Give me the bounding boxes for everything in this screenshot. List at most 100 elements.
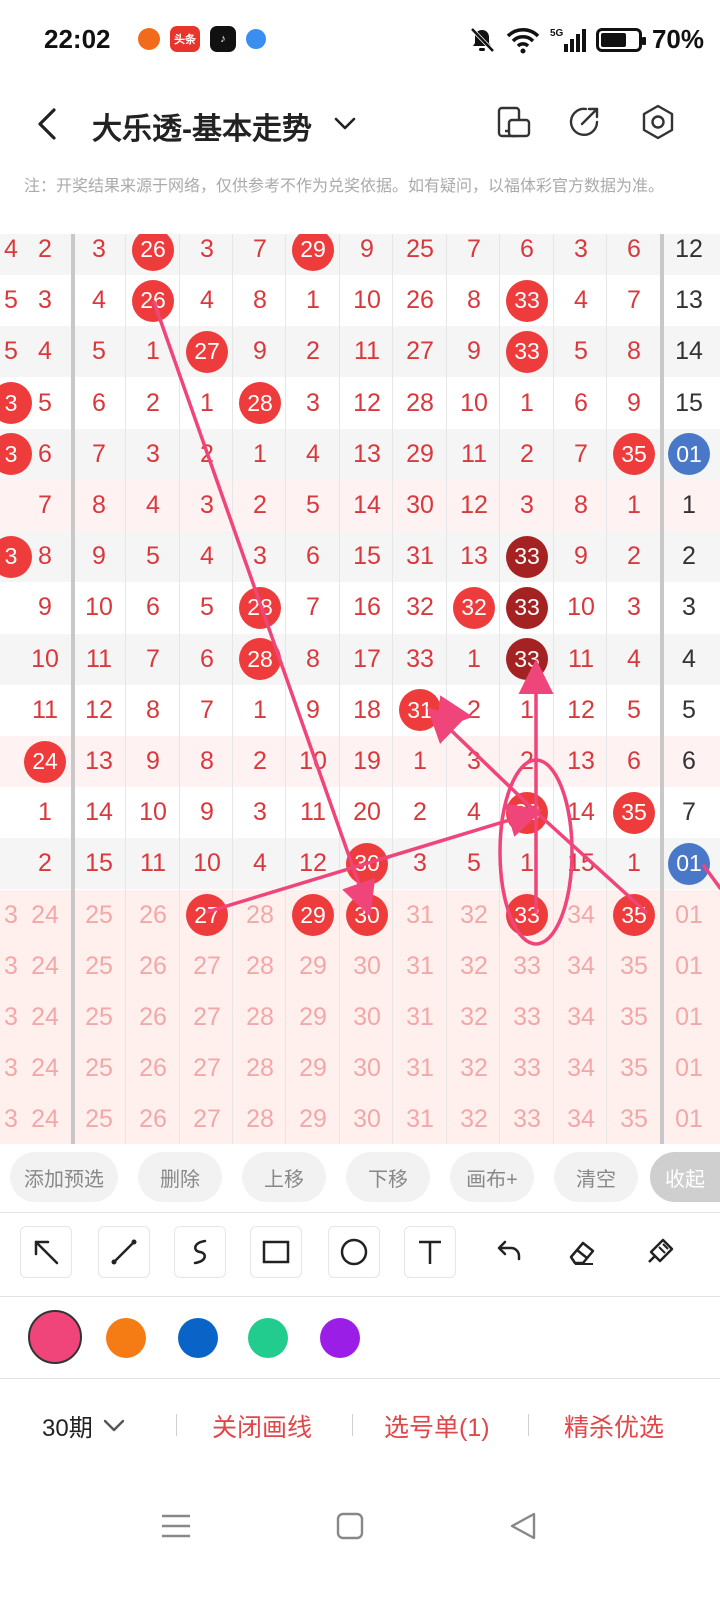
grid-cell[interactable]: 3 (18, 275, 72, 326)
grid-cell[interactable]: 3 (233, 787, 287, 838)
grid-cell[interactable]: 12 (340, 378, 394, 429)
grid-cell[interactable]: 4 (286, 429, 340, 480)
screen-rotate-icon[interactable] (494, 102, 534, 142)
menu-icon[interactable] (156, 1506, 196, 1546)
grid-cell[interactable]: 7 (662, 787, 716, 838)
grid-cell[interactable]: 33 (500, 634, 554, 685)
grid-cell[interactable]: 33 (500, 1043, 554, 1094)
grid-cell[interactable]: 5 (18, 378, 72, 429)
grid-cell[interactable]: 2 (18, 838, 72, 889)
grid-cell[interactable]: 13 (72, 736, 126, 787)
grid-cell[interactable]: 2 (500, 429, 554, 480)
grid-cell[interactable]: 6 (126, 582, 180, 633)
grid-cell[interactable]: 10 (180, 838, 234, 889)
grid-cell[interactable]: 34 (554, 941, 608, 992)
grid-cell[interactable]: 33 (500, 1094, 554, 1144)
grid-cell[interactable]: 24 (18, 941, 72, 992)
grid-cell[interactable]: 2 (18, 234, 72, 275)
grid-cell[interactable]: 28 (233, 941, 287, 992)
grid-cell[interactable]: 4 (554, 275, 608, 326)
grid-cell[interactable]: 31 (393, 685, 447, 736)
grid-cell[interactable]: 1 (607, 480, 661, 531)
grid-cell[interactable]: 26 (126, 992, 180, 1043)
grid-cell[interactable]: 5 (180, 582, 234, 633)
grid-cell[interactable]: 31 (393, 992, 447, 1043)
grid-cell[interactable]: 15 (72, 838, 126, 889)
grid-cell[interactable]: 28 (233, 378, 287, 429)
grid-cell[interactable]: 25 (72, 890, 126, 941)
grid-cell[interactable]: 3 (607, 582, 661, 633)
grid-cell[interactable]: 26 (126, 941, 180, 992)
tool-freehand[interactable] (174, 1226, 226, 1278)
grid-cell[interactable]: 6 (72, 378, 126, 429)
grid-cell[interactable]: 28 (233, 1094, 287, 1144)
grid-cell[interactable]: 13 (447, 531, 501, 582)
grid-cell[interactable]: 1 (662, 480, 716, 531)
grid-cell[interactable]: 1 (286, 275, 340, 326)
grid-cell[interactable]: 30 (340, 1043, 394, 1094)
grid-cell[interactable]: 01 (662, 890, 716, 941)
grid-cell[interactable]: 1 (607, 838, 661, 889)
tool-line[interactable] (98, 1226, 150, 1278)
grid-cell[interactable]: 24 (18, 890, 72, 941)
grid-cell[interactable]: 14 (662, 326, 716, 377)
grid-cell[interactable]: 13 (340, 429, 394, 480)
grid-cell[interactable]: 01 (662, 1043, 716, 1094)
grid-cell[interactable]: 26 (126, 1043, 180, 1094)
grid-cell[interactable]: 3 (500, 480, 554, 531)
grid-cell[interactable]: 12 (554, 685, 608, 736)
grid-cell[interactable]: 4 (607, 634, 661, 685)
grid-cell[interactable]: 5 (126, 531, 180, 582)
grid-cell[interactable]: 14 (72, 787, 126, 838)
grid-cell[interactable]: 3 (662, 582, 716, 633)
grid-cell[interactable]: 14 (554, 787, 608, 838)
grid-cell[interactable]: 8 (180, 736, 234, 787)
grid-cell[interactable]: 27 (180, 890, 234, 941)
grid-cell[interactable]: 6 (607, 234, 661, 275)
grid-cell[interactable]: 3 (393, 838, 447, 889)
grid-cell[interactable]: 33 (500, 941, 554, 992)
delete-button[interactable]: 删除 (138, 1152, 222, 1202)
grid-cell[interactable]: 4 (72, 275, 126, 326)
grid-cell[interactable]: 9 (554, 531, 608, 582)
grid-cell[interactable]: 31 (393, 531, 447, 582)
grid-cell[interactable]: 29 (393, 429, 447, 480)
grid-cell[interactable]: 9 (18, 582, 72, 633)
grid-cell[interactable]: 27 (393, 326, 447, 377)
grid-cell[interactable]: 4 (233, 838, 287, 889)
grid-cell[interactable]: 7 (18, 480, 72, 531)
grid-cell[interactable]: 26 (393, 275, 447, 326)
grid-cell[interactable]: 6 (554, 378, 608, 429)
grid-cell[interactable]: 8 (18, 531, 72, 582)
grid-cell[interactable]: 7 (607, 275, 661, 326)
color-swatch-blue[interactable] (178, 1318, 218, 1358)
grid-cell[interactable]: 32 (447, 941, 501, 992)
grid-cell[interactable]: 3 (180, 480, 234, 531)
grid-cell[interactable]: 11 (126, 838, 180, 889)
grid-cell[interactable]: 10 (126, 787, 180, 838)
grid-cell[interactable]: 10 (72, 582, 126, 633)
grid-cell[interactable]: 3 (72, 234, 126, 275)
grid-cell[interactable]: 31 (393, 1094, 447, 1144)
grid-cell[interactable]: 4 (180, 531, 234, 582)
grid-cell[interactable]: 9 (233, 326, 287, 377)
clear-button[interactable]: 清空 (554, 1152, 638, 1202)
grid-cell[interactable]: 33 (500, 787, 554, 838)
tool-text[interactable] (404, 1226, 456, 1278)
period-selector[interactable]: 30期 (42, 1408, 127, 1443)
grid-cell[interactable]: 01 (662, 1094, 716, 1144)
grid-cell[interactable]: 7 (554, 429, 608, 480)
grid-cell[interactable]: 31 (393, 941, 447, 992)
grid-cell[interactable]: 27 (180, 326, 234, 377)
grid-cell[interactable]: 1 (500, 378, 554, 429)
grid-cell[interactable]: 35 (607, 429, 661, 480)
back-triangle-icon[interactable] (504, 1506, 544, 1546)
grid-cell[interactable]: 33 (500, 992, 554, 1043)
grid-cell[interactable]: 13 (662, 275, 716, 326)
grid-cell[interactable]: 26 (126, 890, 180, 941)
grid-cell[interactable]: 2 (500, 736, 554, 787)
collapse-button[interactable]: 收起 (650, 1152, 720, 1202)
grid-cell[interactable]: 9 (607, 378, 661, 429)
grid-cell[interactable]: 1 (233, 429, 287, 480)
grid-cell[interactable]: 1 (18, 787, 72, 838)
